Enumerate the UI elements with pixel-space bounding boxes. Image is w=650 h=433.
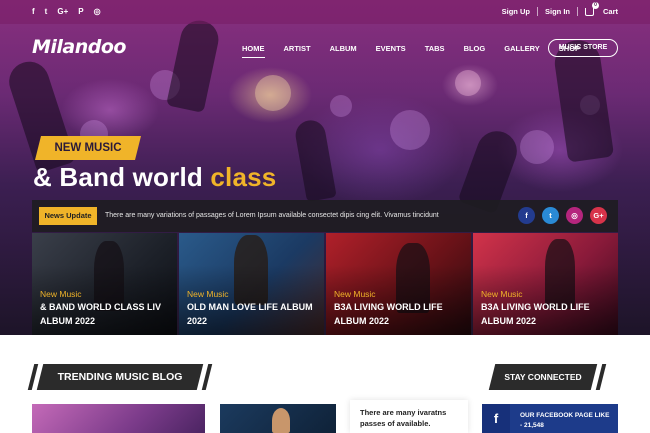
album-card[interactable]: New Music OLD MAN LOVE LIFE ALBUM 2022 (179, 233, 324, 335)
hand-silhouette (293, 118, 337, 202)
blog-card[interactable]: There are many ivaratns passes of availa… (350, 400, 468, 433)
instagram-icon[interactable]: ◎ (94, 6, 101, 17)
news-social-links: f t ◎ G+ (518, 207, 607, 224)
facebook-icon: f (482, 404, 510, 433)
album-card[interactable]: New Music B3A LIVING WORLD LIFE ALBUM 20… (326, 233, 471, 335)
nav-item-tabs[interactable]: TABS (425, 44, 445, 53)
music-store-button[interactable]: MUSIC STORE (548, 39, 618, 57)
card-title[interactable]: B3A LIVING WORLD LIFE ALBUM 2022 (481, 300, 616, 328)
blog-excerpt: There are many ivaratns passes of availa… (360, 408, 447, 428)
card-kicker: New Music (481, 289, 523, 299)
nav-item-home[interactable]: HOME (242, 44, 265, 58)
album-card[interactable]: New Music & BAND WORLD CLASS LIV ALBUM 2… (32, 233, 177, 335)
bokeh-light (520, 130, 554, 164)
facebook-like-box[interactable]: f OUR FACEBOOK PAGE LIKE - 21,548 (482, 404, 618, 433)
bokeh-light (390, 110, 430, 150)
account-links: Sign Up Sign In 0 Cart (502, 1, 618, 16)
headline-accent: class (210, 162, 277, 192)
instagram-icon[interactable]: ◎ (566, 207, 583, 224)
new-music-label: NEW MUSIC (54, 142, 122, 154)
sign-in-link[interactable]: Sign In (545, 7, 570, 16)
card-kicker: New Music (334, 289, 376, 299)
twitter-icon[interactable]: t (542, 207, 559, 224)
main-nav: HOME ARTIST ALBUM EVENTS TABS BLOG GALLE… (242, 44, 599, 58)
stay-connected-heading: STAY CONNECTED (488, 364, 598, 390)
nav-item-artist[interactable]: ARTIST (284, 44, 311, 53)
nav-item-blog[interactable]: BLOG (464, 44, 486, 53)
nav-item-events[interactable]: EVENTS (376, 44, 406, 53)
trending-blog-title: TRENDING MUSIC BLOG (57, 371, 183, 383)
album-cards: New Music & BAND WORLD CLASS LIV ALBUM 2… (32, 233, 618, 335)
bokeh-light (330, 95, 352, 117)
hand-silhouette (166, 17, 222, 113)
trending-blog-heading: TRENDING MUSIC BLOG (36, 364, 204, 390)
google-plus-icon[interactable]: G+ (590, 207, 607, 224)
facebook-like-text: OUR FACEBOOK PAGE LIKE - 21,548 (520, 412, 610, 429)
blog-thumbnail[interactable] (220, 404, 336, 433)
top-social-links: f t G+ P ◎ (32, 6, 101, 17)
headline-main: & Band world (33, 162, 203, 192)
nav-item-gallery[interactable]: GALLERY (504, 44, 540, 53)
cart-icon[interactable]: 0 (584, 1, 599, 16)
stay-connected-title: STAY CONNECTED (504, 372, 582, 382)
facebook-icon[interactable]: f (518, 207, 535, 224)
divider (576, 7, 578, 16)
bokeh-light (255, 75, 291, 111)
card-kicker: New Music (40, 289, 82, 299)
hero-headline: & Band world class (33, 162, 276, 193)
bokeh-light (455, 70, 481, 96)
artist-photo (272, 408, 290, 433)
site-logo[interactable]: Milandoo (32, 36, 127, 58)
card-kicker: New Music (187, 289, 229, 299)
news-ticker-text[interactable]: There are many variations of passages of… (105, 212, 439, 219)
twitter-icon[interactable]: t (45, 6, 48, 17)
pinterest-icon[interactable]: P (78, 6, 83, 17)
new-music-tag: NEW MUSIC (35, 136, 141, 160)
nav-item-album[interactable]: ALBUM (330, 44, 357, 53)
google-plus-icon[interactable]: G+ (57, 6, 68, 17)
card-title[interactable]: OLD MAN LOVE LIFE ALBUM 2022 (187, 300, 322, 328)
sign-up-link[interactable]: Sign Up (502, 7, 530, 16)
blog-thumbnail[interactable] (32, 404, 205, 433)
card-title[interactable]: B3A LIVING WORLD LIFE ALBUM 2022 (334, 300, 469, 328)
news-update-label: News Update (39, 207, 97, 225)
top-bar: f t G+ P ◎ Sign Up Sign In 0 Cart (0, 0, 650, 24)
news-ticker: News Update There are many variations of… (32, 200, 618, 232)
facebook-icon[interactable]: f (32, 6, 35, 17)
cart-count-badge: 0 (591, 1, 599, 9)
divider (536, 7, 538, 16)
album-card[interactable]: New Music B3A LIVING WORLD LIFE ALBUM 20… (473, 233, 618, 335)
cart-link[interactable]: Cart (603, 7, 618, 16)
card-title[interactable]: & BAND WORLD CLASS LIV ALBUM 2022 (40, 300, 175, 328)
